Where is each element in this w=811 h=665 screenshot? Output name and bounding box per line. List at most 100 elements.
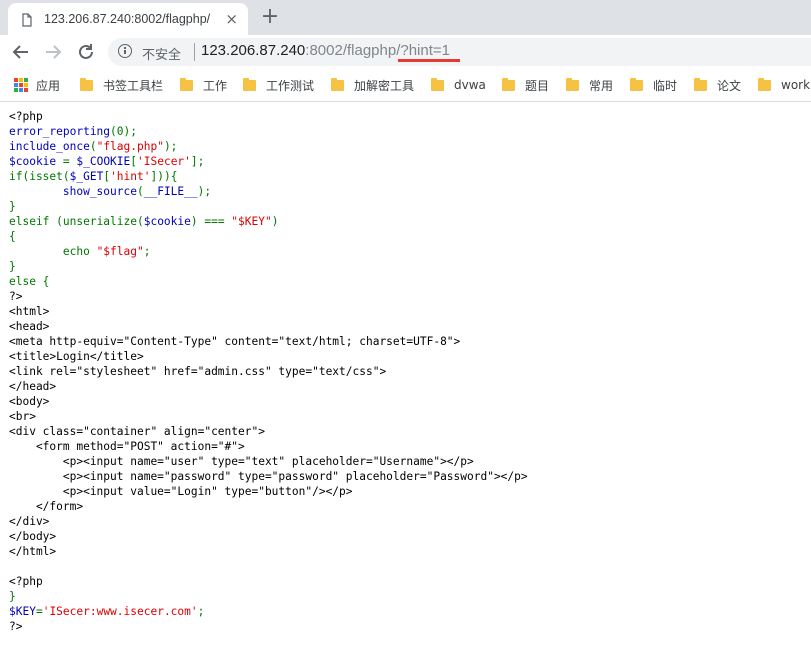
tab-title: 123.206.87.240:8002/flagphp/ [44, 12, 211, 26]
bookmark-label: 题目 [525, 78, 550, 93]
url-text[interactable]: 123.206.87.240:8002/flagphp/?hint=1 [201, 42, 450, 59]
code-line: <br> [9, 409, 528, 424]
code-token: <title>Login</title> [9, 350, 144, 363]
code-line: <p><input name="user" type="text" placeh… [9, 454, 528, 469]
code-line: echo "$flag"; [9, 244, 528, 259]
back-button[interactable] [8, 39, 34, 65]
code-token: ) [271, 215, 279, 228]
bookmark-folder[interactable]: 加解密工具 [331, 76, 414, 94]
back-arrow-icon [12, 45, 28, 59]
omnibox-separator [194, 43, 195, 61]
folder-icon [502, 77, 515, 91]
code-token: $cookie [9, 155, 63, 168]
code-token: "$KEY" [231, 215, 272, 228]
code-token: show_source [9, 185, 137, 198]
bookmark-label: 书签工具栏 [103, 78, 164, 93]
code-token: </div> [9, 515, 50, 528]
code-line: ?> [9, 619, 528, 634]
bookmark-label: 应用 [36, 78, 61, 93]
bookmark-label: 工作测试 [266, 78, 315, 93]
folder-icon [694, 77, 707, 91]
bookmark-folder[interactable]: 工作 [180, 76, 227, 94]
reload-button[interactable] [73, 39, 99, 65]
bookmark-folder[interactable]: dvwa [431, 76, 486, 94]
code-token: $cookie [143, 215, 191, 228]
reload-icon [79, 44, 93, 59]
info-icon[interactable] [118, 44, 132, 58]
bookmark-apps[interactable]: 应用 [14, 76, 60, 94]
folder-icon [180, 77, 193, 91]
folder-icon [630, 77, 643, 91]
bookmark-folder[interactable]: work [758, 76, 810, 94]
folder-icon [80, 77, 93, 91]
code-token: error_reporting [9, 125, 111, 138]
code-line: include_once("flag.php"); [9, 139, 528, 154]
bookmark-folder[interactable]: 题目 [502, 76, 549, 94]
bookmark-label: dvwa [454, 78, 486, 92]
folder-icon [758, 77, 771, 91]
forward-button[interactable] [40, 39, 66, 65]
url-port: :8002 [305, 42, 343, 59]
code-token: ?> [9, 290, 23, 303]
page-icon [20, 12, 34, 27]
code-line: show_source(__FILE__); [9, 184, 528, 199]
code-token: <html> [9, 305, 50, 318]
code-line: </html> [9, 544, 528, 559]
code-token: ?> [9, 620, 23, 633]
bookmark-label: 临时 [653, 78, 678, 93]
code-token: elseif [9, 215, 57, 228]
code-token: (unserialize( [56, 215, 144, 228]
code-token: "flag.php" [96, 140, 164, 153]
code-line: <head> [9, 319, 528, 334]
code-token: </form> [9, 500, 84, 513]
code-line: <?php [9, 109, 528, 124]
code-token: <head> [9, 320, 50, 333]
code-token: $_GET [69, 170, 104, 183]
code-line: $cookie = $_COOKIE['ISecer']; [9, 154, 528, 169]
bookmark-folder[interactable]: 临时 [630, 76, 677, 94]
code-token: echo [9, 245, 97, 258]
code-token: ; [197, 605, 205, 618]
bookmark-label: 工作 [203, 78, 228, 93]
new-tab-button[interactable]: + [258, 6, 282, 30]
code-token: } [9, 590, 16, 603]
url-query: ?hint=1 [400, 42, 451, 59]
code-token: else { [9, 275, 50, 288]
bookmark-label: 常用 [589, 78, 614, 93]
code-line: } [9, 589, 528, 604]
code-line: <p><input name="password" type="password… [9, 469, 528, 484]
code-token: </head> [9, 380, 57, 393]
code-token: <p><input value="Login" type="button"/><… [9, 485, 353, 498]
code-token: } [9, 200, 16, 213]
bookmark-folder[interactable]: 书签工具栏 [80, 76, 163, 94]
code-token: <?php [9, 110, 43, 123]
code-token: $KEY [9, 605, 36, 618]
code-token: = [35, 605, 43, 618]
browser-tab[interactable]: 123.206.87.240:8002/flagphp/ × [8, 3, 248, 35]
code-line: </body> [9, 529, 528, 544]
code-line: error_reporting(0); [9, 124, 528, 139]
code-line: <?php [9, 574, 528, 589]
code-line: else { [9, 274, 528, 289]
bookmark-folder[interactable]: 工作测试 [243, 76, 314, 94]
toolbar: 不安全 123.206.87.240:8002/flagphp/?hint=1 [0, 35, 811, 69]
bookmark-label: 加解密工具 [354, 78, 415, 93]
code-line: <html> [9, 304, 528, 319]
code-token: </body> [9, 530, 57, 543]
code-line: <body> [9, 394, 528, 409]
code-token: <p><input name="password" type="password… [9, 470, 528, 483]
code-token: </html> [9, 545, 57, 558]
folder-icon [431, 77, 444, 91]
code-line: </head> [9, 379, 528, 394]
forward-arrow-icon [46, 45, 62, 59]
code-token: 'hint' [110, 170, 151, 183]
bookmark-folder[interactable]: 常用 [566, 76, 613, 94]
code-token: __FILE__ [143, 185, 198, 198]
code-line: <div class="container" align="center"> [9, 424, 528, 439]
code-line: </div> [9, 514, 528, 529]
close-icon[interactable]: × [225, 11, 238, 27]
bookmark-folder[interactable]: 论文 [694, 76, 741, 94]
code-token: ) === [190, 215, 232, 228]
folder-icon [243, 77, 256, 91]
